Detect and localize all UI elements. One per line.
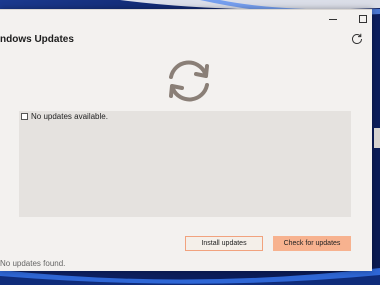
check-for-updates-button[interactable]: Check for updates	[273, 236, 351, 251]
page-title: ndows Updates	[0, 34, 74, 45]
no-updates-checkbox-row[interactable]: No updates available.	[21, 112, 108, 121]
maximize-icon	[359, 15, 367, 23]
install-updates-button[interactable]: Install updates	[185, 236, 263, 251]
minimize-button[interactable]	[322, 12, 344, 26]
maximize-button[interactable]	[352, 12, 374, 26]
minimize-icon	[329, 18, 337, 20]
scrollbar-thumb[interactable]	[374, 128, 380, 148]
status-text: No updates found.	[0, 259, 66, 268]
title-bar	[0, 10, 372, 28]
sync-icon	[169, 60, 209, 102]
no-updates-checkbox[interactable]	[21, 113, 28, 120]
no-updates-label: No updates available.	[31, 112, 108, 121]
updates-list-panel: No updates available.	[19, 111, 351, 217]
refresh-icon[interactable]	[350, 32, 364, 46]
app-window: ndows Updates No updates available. Inst…	[0, 9, 372, 271]
